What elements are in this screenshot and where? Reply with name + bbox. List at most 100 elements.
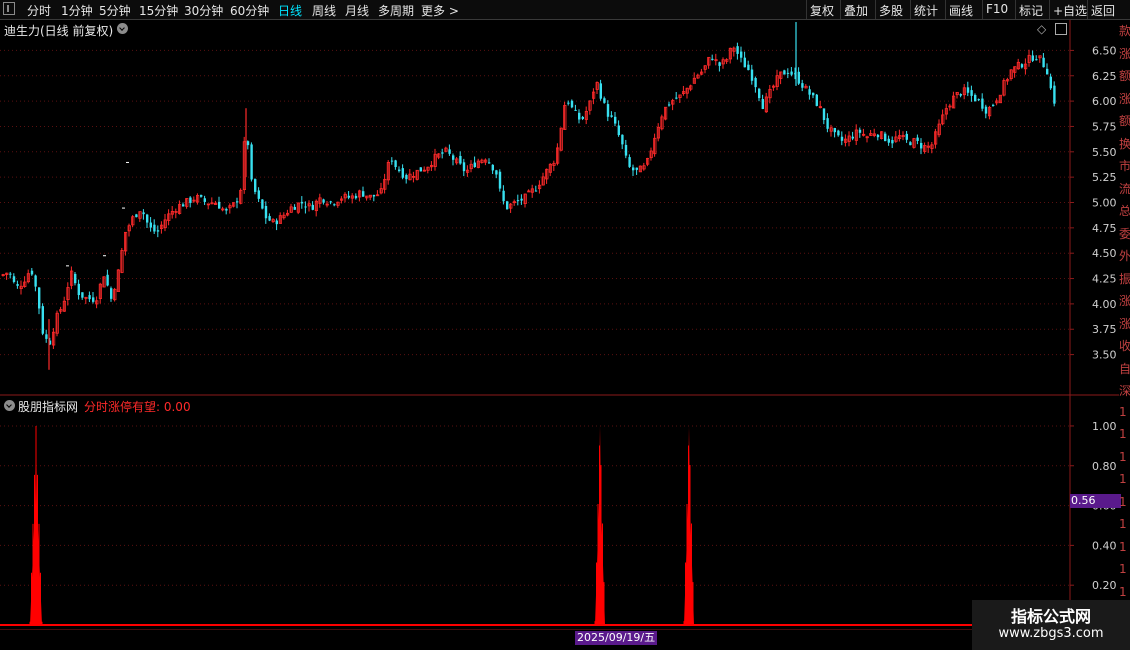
toolbar-right-item-1[interactable]: 叠加 (844, 2, 868, 19)
candle-body (200, 195, 203, 197)
toolbar-right-item-6[interactable]: 标记 (1019, 2, 1043, 19)
candle-body (758, 88, 761, 99)
candle-body (981, 98, 984, 109)
candle-body (81, 292, 84, 298)
toolbar-item-7[interactable]: 周线 (312, 2, 336, 19)
toolbar-right-item-4[interactable]: 画线 (949, 2, 973, 19)
candle-body (88, 295, 91, 300)
candle-body (333, 204, 336, 206)
toolbar-item-4[interactable]: 30分钟 (184, 2, 223, 19)
candle-body (135, 214, 138, 218)
candle-body (401, 168, 404, 178)
price-tick-label: 5.75 (1092, 120, 1117, 133)
candle-body (142, 212, 145, 215)
candle-body (254, 179, 257, 192)
right-strip-char: 涨 (1119, 91, 1130, 106)
candle-body (502, 190, 505, 202)
toolbar-item-9[interactable]: 多周期 (378, 2, 414, 19)
tick-mark (103, 255, 106, 257)
candle-body (578, 112, 581, 120)
candle-body (1020, 64, 1024, 68)
candle-body (743, 57, 746, 68)
candle-body (448, 149, 451, 154)
candle-body (632, 167, 635, 171)
tick-mark (66, 265, 69, 267)
candle-body (441, 152, 444, 154)
candle-body (790, 71, 793, 75)
toolbar-right-item-3[interactable]: 统计 (914, 2, 938, 19)
candle-body (347, 195, 350, 198)
toolbar-right-item-7[interactable]: +自选 (1053, 2, 1087, 19)
price-tick-label: 3.50 (1092, 349, 1117, 362)
candle-body (786, 72, 790, 74)
candle-body (635, 167, 638, 170)
candle-body (498, 171, 502, 189)
toolbar-separator (1049, 0, 1050, 19)
toolbar-right-item-8[interactable]: 返回 (1091, 2, 1115, 19)
candle-body (405, 175, 408, 180)
candle-body (761, 99, 764, 109)
candle-body (876, 134, 880, 138)
right-strip-char: 额 (1119, 114, 1130, 128)
right-strip-char: 深 (1119, 384, 1130, 398)
toolbar-separator (1087, 0, 1088, 19)
candle-body (984, 106, 988, 114)
right-strip-char: 1 (1119, 404, 1127, 419)
toolbar-item-8[interactable]: 月线 (345, 2, 369, 19)
right-strip-char: 市 (1119, 159, 1130, 173)
toolbar-separator (982, 0, 983, 19)
candle-body (822, 108, 826, 121)
right-strip-char: 额 (1119, 69, 1130, 83)
candle-body (322, 199, 325, 203)
toolbar-item-1[interactable]: 1分钟 (61, 2, 93, 19)
chart-canvas[interactable]: 6.50 6.25 6.00 5.75 5.50 5.25 5.00 4.75 4.50 4.25… (0, 20, 1119, 630)
candle-body (311, 204, 314, 210)
right-strip-char: 涨 (1119, 316, 1130, 331)
candle-body (797, 71, 800, 84)
candle-body (293, 206, 296, 210)
candle-body (250, 144, 253, 180)
candle-body (801, 83, 804, 88)
toolbar-separator (1015, 0, 1016, 19)
toolbar-item-0[interactable]: 分时 (27, 2, 51, 19)
candle-body (783, 70, 786, 75)
toolbar-item-3[interactable]: 15分钟 (139, 2, 178, 19)
toolbar-item-2[interactable]: 5分钟 (99, 2, 131, 19)
candle-body (398, 169, 401, 172)
price-tick-label: 6.00 (1092, 95, 1117, 108)
right-strip-char: 委 (1119, 226, 1130, 241)
toolbar-right-item-0[interactable]: 复权 (810, 2, 834, 19)
candle-body (740, 51, 743, 58)
toolbar-right-item-2[interactable]: 多股 (879, 2, 903, 19)
candle-body (534, 190, 538, 192)
toolbar-right-item-5[interactable]: F10 (986, 2, 1008, 16)
toolbar-item-5[interactable]: 60分钟 (230, 2, 269, 19)
candle-body (1031, 55, 1034, 61)
toolbar: 分时 1分钟 5分钟 15分钟 30分钟 60分钟 日线 周线 月线 多周期 更多 > 复权 叠加 多股统… (0, 0, 1130, 20)
candle-body (246, 141, 250, 146)
right-strip-char: 收 (1119, 339, 1130, 353)
indicator-dropdown-icon[interactable] (4, 400, 15, 411)
candle-body (808, 89, 811, 95)
toolbar-item-6[interactable]: 日线 (278, 2, 302, 19)
candle-body (146, 214, 149, 223)
candle-body (750, 69, 754, 81)
candle-body (218, 201, 221, 209)
candle-body (520, 198, 523, 201)
candle-body (812, 92, 815, 96)
price-tick-label: 3.75 (1092, 323, 1117, 336)
candle-body (506, 201, 509, 210)
candle-body (1042, 57, 1045, 68)
candle-body (840, 136, 844, 141)
right-strip-char: 外 (1119, 249, 1130, 263)
candle-body (452, 155, 455, 160)
toolbar-separator (875, 0, 876, 19)
right-strip-char: 1 (1119, 539, 1127, 554)
layout-toggle-icon[interactable] (3, 2, 15, 15)
candle-body (153, 224, 156, 232)
indicator-name: 股朋指标网 (18, 400, 79, 414)
toolbar-item-10[interactable]: 更多 > (421, 2, 459, 19)
price-tick-label: 5.00 (1092, 197, 1117, 210)
indicator-value-label: 分时涨停有望: 0.00 (84, 400, 191, 414)
candle-body (966, 87, 970, 93)
